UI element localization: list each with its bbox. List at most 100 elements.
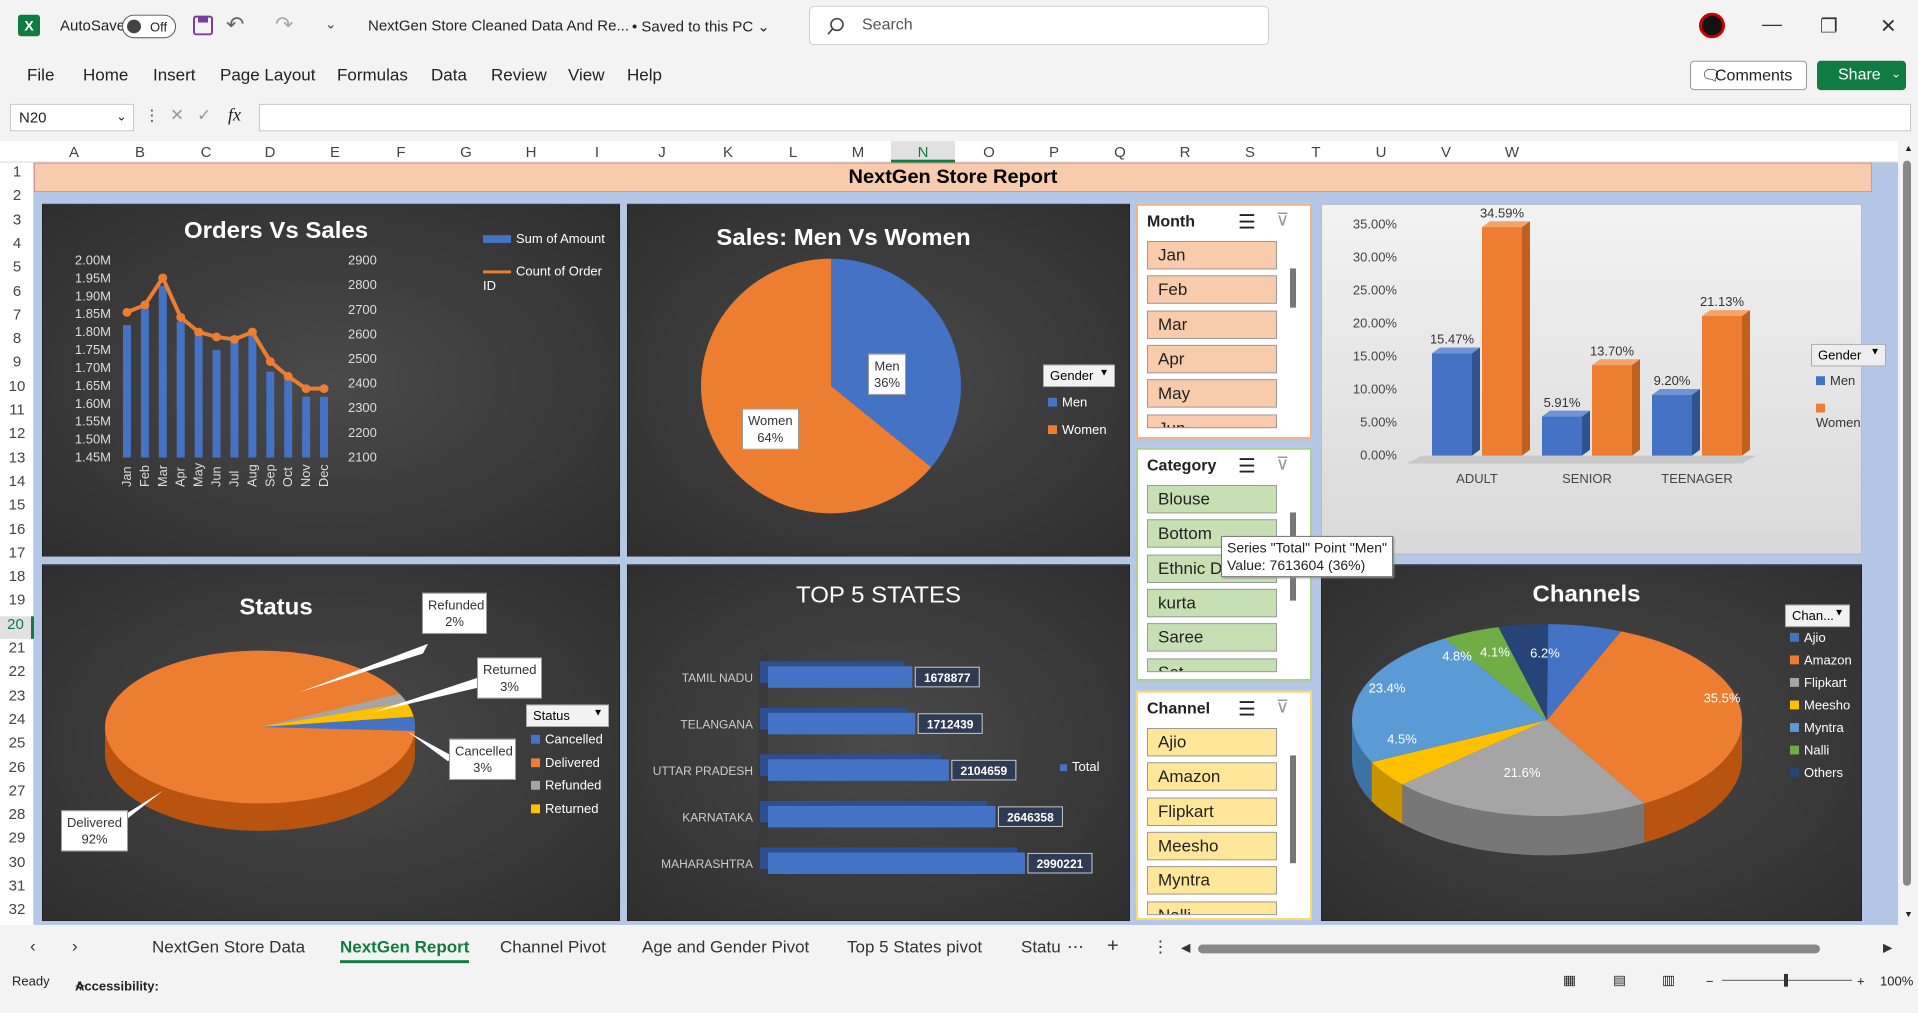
slicer-item[interactable]: Ajio bbox=[1147, 727, 1277, 757]
status-filter-dropdown[interactable]: Status ▼ bbox=[526, 704, 609, 728]
row-header[interactable]: 18 bbox=[0, 568, 34, 591]
scroll-up-icon[interactable]: ▲ bbox=[1904, 143, 1913, 153]
column-header[interactable]: B bbox=[108, 144, 172, 161]
channel-slicer[interactable]: Channel ☰ ⊽ Ajio Amazon Flipkart Meesho Mynt… bbox=[1136, 690, 1312, 921]
row-header[interactable]: 11 bbox=[0, 402, 34, 425]
row-header[interactable]: 14 bbox=[0, 473, 34, 496]
restore-icon[interactable]: ❐ bbox=[1820, 14, 1838, 38]
hscroll-left-icon[interactable]: ◀ bbox=[1181, 941, 1190, 955]
scroll-thumb[interactable] bbox=[1903, 160, 1911, 886]
column-header[interactable]: H bbox=[499, 144, 563, 161]
column-header[interactable]: F bbox=[369, 144, 433, 161]
slicer-item[interactable]: Mar bbox=[1147, 310, 1277, 339]
row-header[interactable]: 2 bbox=[0, 187, 34, 210]
gender-filter-dropdown[interactable]: Gender ▼ bbox=[1043, 364, 1115, 388]
row-header[interactable]: 7 bbox=[0, 306, 34, 329]
tab-nextgen-report[interactable]: NextGen Report bbox=[340, 938, 470, 964]
enter-icon[interactable]: ✓ bbox=[197, 106, 211, 126]
row-header[interactable]: 9 bbox=[0, 354, 34, 377]
clear-filter-icon[interactable]: ⊽ bbox=[1276, 697, 1289, 718]
page-layout-view-icon[interactable]: ▤ bbox=[1613, 972, 1626, 989]
hscroll-right-icon[interactable]: ▶ bbox=[1883, 941, 1892, 955]
redo-icon[interactable]: ↷ bbox=[275, 12, 293, 37]
row-header[interactable]: 24 bbox=[0, 711, 34, 734]
slicer-item[interactable]: Jan bbox=[1147, 241, 1277, 270]
close-icon[interactable]: ✕ bbox=[1880, 14, 1897, 38]
column-header[interactable]: D bbox=[238, 144, 302, 161]
column-header[interactable]: K bbox=[696, 144, 760, 161]
multi-select-icon[interactable]: ☰ bbox=[1238, 697, 1256, 721]
tab-status[interactable]: Statu bbox=[1021, 938, 1061, 958]
scroll-down-icon[interactable]: ▼ bbox=[1904, 909, 1913, 919]
row-header[interactable]: 10 bbox=[0, 378, 34, 401]
tab-options-icon[interactable]: ⋮ bbox=[1152, 938, 1169, 958]
row-header[interactable]: 6 bbox=[0, 283, 34, 306]
column-header[interactable]: S bbox=[1218, 144, 1282, 161]
autosave-toggle[interactable]: Off bbox=[122, 14, 176, 39]
slicer-item[interactable]: Feb bbox=[1147, 275, 1277, 305]
multi-select-icon[interactable]: ☰ bbox=[1238, 454, 1256, 478]
row-header[interactable]: 12 bbox=[0, 426, 34, 449]
more-tabs-icon[interactable]: ⋯ bbox=[1067, 938, 1084, 958]
zoom-slider-thumb[interactable] bbox=[1784, 973, 1788, 987]
slicer-item[interactable]: Nalli bbox=[1147, 900, 1277, 915]
row-header[interactable]: 32 bbox=[0, 902, 34, 925]
row-header[interactable]: 26 bbox=[0, 759, 34, 782]
horizontal-scroll-thumb[interactable] bbox=[1198, 944, 1820, 954]
row-header[interactable]: 1 bbox=[0, 164, 34, 187]
column-header[interactable]: P bbox=[1022, 144, 1086, 161]
column-header[interactable]: N bbox=[891, 141, 955, 163]
cancel-icon[interactable]: ✕ bbox=[170, 106, 184, 126]
slicer-item[interactable]: Flipkart bbox=[1147, 797, 1277, 826]
row-header[interactable]: 31 bbox=[0, 878, 34, 901]
slicer-item[interactable]: Blouse bbox=[1147, 485, 1277, 514]
column-header[interactable]: O bbox=[957, 144, 1021, 161]
row-header[interactable]: 30 bbox=[0, 854, 34, 877]
column-header[interactable]: U bbox=[1349, 144, 1413, 161]
menu-formulas[interactable]: Formulas bbox=[337, 66, 408, 86]
column-header[interactable]: G bbox=[434, 144, 498, 161]
save-status[interactable]: • Saved to this PC ⌄ bbox=[632, 18, 770, 36]
row-header[interactable]: 22 bbox=[0, 664, 34, 687]
top-states-chart[interactable]: TOP 5 STATES TAMIL NADU 1678877 TELANGANA 1… bbox=[627, 564, 1130, 922]
tab-scroll-left-icon[interactable]: ‹ bbox=[30, 937, 36, 957]
slicer-item[interactable]: kurta bbox=[1147, 588, 1277, 618]
avatar[interactable] bbox=[1699, 12, 1725, 39]
row-header[interactable]: 28 bbox=[0, 806, 34, 829]
status-chart[interactable]: Status Refunded 2% Returned 3% Cancelled 3%… bbox=[42, 564, 620, 922]
slicer-item[interactable]: Myntra bbox=[1147, 866, 1277, 895]
insert-function-icon[interactable]: fx bbox=[228, 105, 241, 126]
row-header[interactable]: 16 bbox=[0, 521, 34, 544]
slicer-item[interactable]: Apr bbox=[1147, 344, 1277, 374]
clear-filter-icon[interactable]: ⊽ bbox=[1276, 454, 1289, 475]
formula-input[interactable] bbox=[259, 103, 1911, 132]
menu-home[interactable]: Home bbox=[83, 66, 128, 86]
zoom-out-icon[interactable]: − bbox=[1706, 974, 1714, 989]
share-button[interactable]: Share ⌄ bbox=[1817, 60, 1906, 91]
slicer-scrollbar[interactable] bbox=[1290, 268, 1296, 308]
orders-vs-sales-chart[interactable]: Orders Vs Sales Sum of Amount Count of O… bbox=[42, 203, 620, 557]
channel-filter-dropdown[interactable]: Chan... ▼ bbox=[1785, 604, 1850, 628]
name-box[interactable]: N20 ⌄ bbox=[10, 103, 134, 132]
menu-insert[interactable]: Insert bbox=[153, 66, 196, 86]
comments-button[interactable]: 🗨 Comments bbox=[1690, 60, 1807, 91]
row-header[interactable]: 5 bbox=[0, 259, 34, 282]
row-header[interactable]: 21 bbox=[0, 640, 34, 663]
document-title[interactable]: NextGen Store Cleaned Data And Re... bbox=[368, 18, 629, 35]
customize-toolbar-icon[interactable]: ⌄ bbox=[325, 16, 337, 33]
normal-view-icon[interactable]: ▦ bbox=[1563, 972, 1576, 989]
slicer-item[interactable]: Saree bbox=[1147, 623, 1277, 652]
slicer-item[interactable]: Amazon bbox=[1147, 762, 1277, 791]
month-slicer[interactable]: Month ☰ ⊽ Jan Feb Mar Apr May Jun bbox=[1136, 203, 1312, 439]
channels-chart[interactable]: Channels 35.5% 21.6% 4.5% 23.4% 4.8% 4.1% 6.2%… bbox=[1321, 564, 1862, 922]
menu-file[interactable]: File bbox=[27, 66, 54, 86]
column-header[interactable]: V bbox=[1414, 144, 1478, 161]
slicer-item[interactable]: Meesho bbox=[1147, 831, 1277, 861]
tab-nextgen-store-data[interactable]: NextGen Store Data bbox=[152, 938, 305, 958]
multi-select-icon[interactable]: ☰ bbox=[1238, 210, 1256, 234]
slicer-scrollbar[interactable] bbox=[1290, 755, 1296, 864]
column-header[interactable]: I bbox=[565, 144, 629, 161]
vertical-scrollbar[interactable]: ▲ ▼ bbox=[1898, 141, 1918, 925]
row-header[interactable]: 15 bbox=[0, 497, 34, 520]
column-header[interactable]: A bbox=[42, 144, 106, 161]
